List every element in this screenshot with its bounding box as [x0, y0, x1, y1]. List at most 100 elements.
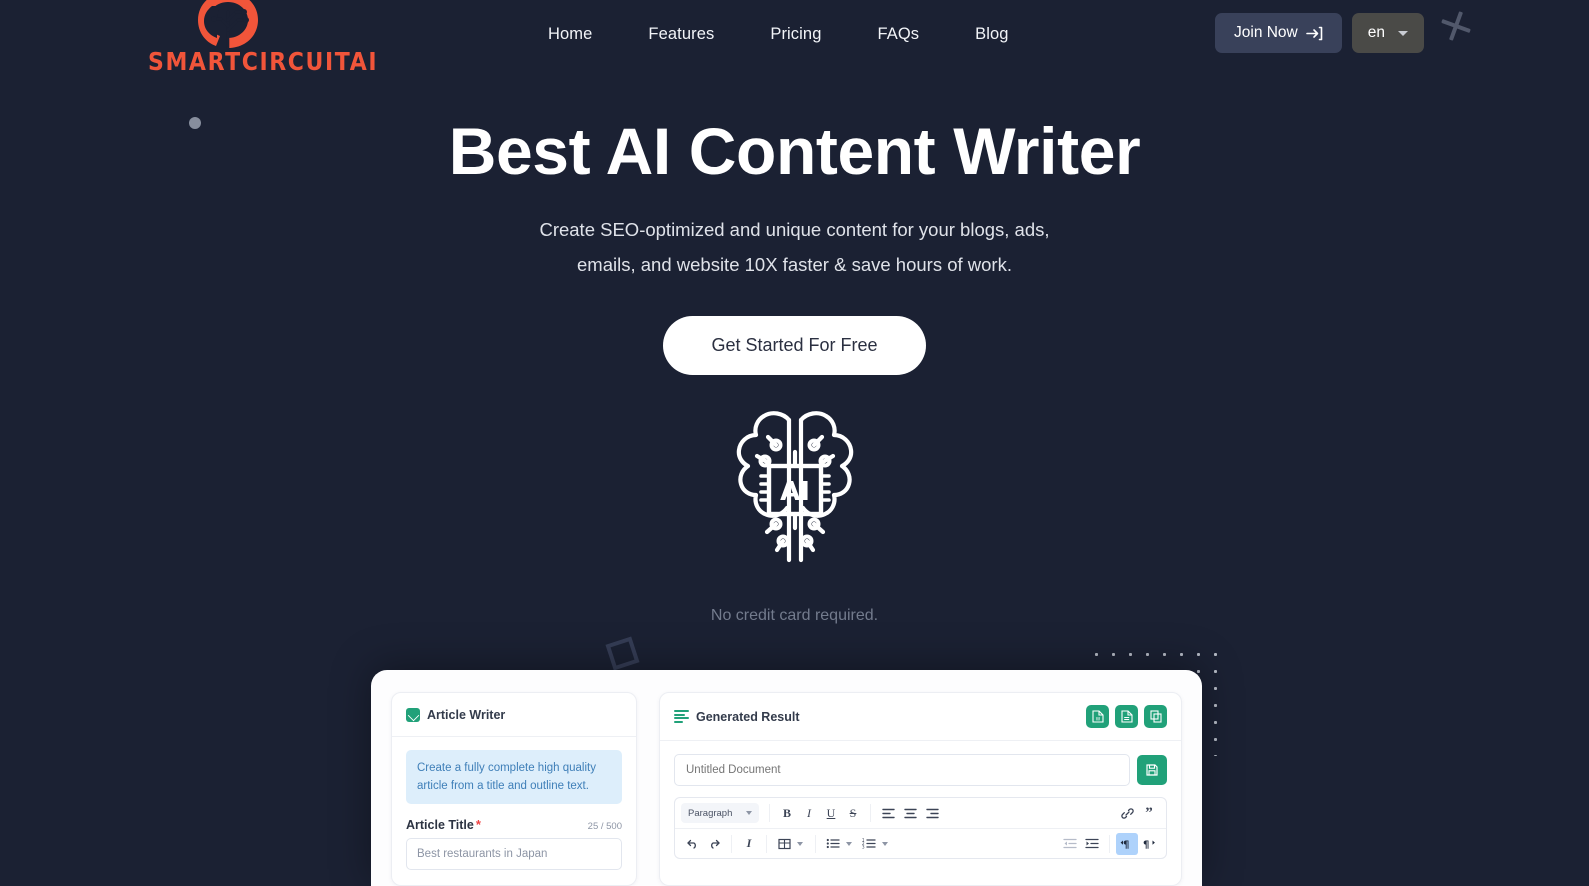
join-now-button[interactable]: Join Now [1215, 13, 1342, 53]
hero-subtitle: Create SEO-optimized and unique content … [0, 212, 1589, 282]
outdent-button[interactable] [1059, 833, 1081, 855]
document-name-input[interactable] [674, 754, 1130, 786]
outdent-icon [1063, 838, 1077, 849]
chevron-down-icon [1398, 30, 1408, 36]
article-writer-info: Create a fully complete high quality art… [406, 750, 622, 804]
article-title-field-row: Article Title * 25 / 500 [406, 817, 622, 832]
logo[interactable]: SMARTCIRCUITAI [148, 0, 379, 77]
page-title: Best AI Content Writer [448, 114, 1141, 188]
paragraph-rtl-icon: ¶ [1120, 840, 1129, 850]
article-title-label: Article Title * [406, 817, 481, 832]
numbered-list-button[interactable]: 123 [858, 833, 880, 855]
hero-subtitle-line-1: Create SEO-optimized and unique content … [539, 219, 1050, 240]
article-writer-body: Create a fully complete high quality art… [392, 737, 636, 870]
generated-result-header: Generated Result W [660, 693, 1181, 741]
table-button[interactable] [773, 833, 795, 855]
align-left-button[interactable] [877, 802, 899, 824]
align-center-button[interactable] [899, 802, 921, 824]
bullet-list-button[interactable] [822, 833, 844, 855]
hero-illustration: AI [0, 404, 1589, 576]
article-writer-title: Article Writer [427, 707, 506, 722]
indent-icon [1085, 838, 1099, 849]
nav-item-home[interactable]: Home [520, 20, 620, 49]
generated-result-actions: W [1086, 705, 1167, 728]
underline-button[interactable]: U [820, 802, 842, 824]
undo-icon [686, 839, 696, 849]
numbered-list-icon: 123 [862, 838, 876, 849]
copy-icon [1149, 710, 1162, 723]
language-value: en [1367, 24, 1385, 41]
bullet-list-icon [826, 838, 840, 849]
document-file-icon [1120, 710, 1133, 723]
document-name-row [660, 741, 1181, 797]
join-now-label: Join Now [1234, 24, 1298, 41]
editor-toolbar-row-1: Paragraph B I U S ” [675, 798, 1166, 828]
toolbar-separator [815, 834, 816, 853]
bold-button[interactable]: B [776, 802, 798, 824]
copy-button[interactable] [1144, 705, 1167, 728]
word-file-icon: W [1091, 710, 1104, 723]
align-right-icon [925, 808, 939, 818]
header-actions: Join Now en [1215, 13, 1424, 53]
no-credit-card-note: No credit card required. [710, 607, 879, 624]
nav-item-faqs[interactable]: FAQs [849, 20, 947, 49]
blockquote-button[interactable]: ” [1138, 802, 1160, 824]
language-selector[interactable]: en [1351, 13, 1424, 53]
hero-subtitle-line-2: emails, and website 10X faster & save ho… [577, 254, 1012, 275]
generated-result-title: Generated Result [696, 709, 800, 724]
app-preview: Article Writer Create a fully complete h… [371, 670, 1202, 886]
undo-button[interactable] [681, 833, 703, 855]
toolbar-separator [766, 834, 767, 853]
strikethrough-button[interactable]: S [842, 802, 864, 824]
chevron-down-icon[interactable] [882, 841, 888, 846]
svg-text:W: W [1095, 717, 1100, 723]
redo-icon [710, 839, 720, 849]
link-icon [1120, 807, 1134, 819]
toolbar-separator [870, 804, 871, 822]
chevron-down-icon[interactable] [797, 841, 803, 846]
svg-text:3: 3 [862, 845, 865, 849]
article-writer-card: Article Writer Create a fully complete h… [391, 692, 637, 886]
circuit-brain-head-icon [198, 0, 258, 50]
link-button[interactable] [1116, 802, 1138, 824]
indent-button[interactable] [1081, 833, 1103, 855]
toolbar-separator [1109, 834, 1110, 853]
article-title-input[interactable] [406, 838, 622, 870]
chevron-down-icon [746, 811, 752, 815]
save-disk-icon [1146, 764, 1158, 776]
editor-toolbar-row-2: I 1 2 3 ¶ ¶ [675, 828, 1166, 858]
get-started-button[interactable]: Get Started For Free [663, 316, 926, 375]
nav-item-features[interactable]: Features [620, 20, 742, 49]
arrow-into-bracket-icon [1305, 26, 1323, 40]
logo-text: SMARTCIRCUITAI [148, 48, 379, 77]
italic-button[interactable]: I [798, 802, 820, 824]
article-writer-header: Article Writer [392, 693, 636, 737]
export-word-button[interactable]: W [1086, 705, 1109, 728]
article-title-label-text: Article Title [406, 818, 474, 832]
save-document-button[interactable] [1137, 755, 1167, 785]
ai-brain-chip-icon: AI [736, 411, 853, 563]
export-file-button[interactable] [1115, 705, 1138, 728]
nav-item-pricing[interactable]: Pricing [742, 20, 849, 49]
chevron-down-icon[interactable] [846, 841, 852, 846]
block-format-value: Paragraph [688, 807, 733, 819]
align-left-icon [881, 808, 895, 818]
redo-button[interactable] [703, 833, 725, 855]
clear-format-button[interactable]: I [738, 833, 760, 855]
align-center-icon [903, 808, 917, 818]
toolbar-separator [731, 834, 732, 853]
toolbar-separator [769, 804, 770, 822]
nav-item-blog[interactable]: Blog [947, 20, 1036, 49]
rich-text-editor: Paragraph B I U S ” I 1 2 3 ¶ ¶ [674, 797, 1167, 859]
svg-text:¶: ¶ [1143, 840, 1149, 850]
paragraph-ltr-icon: ¶ [1143, 840, 1155, 850]
required-mark: * [475, 817, 481, 832]
svg-text:¶: ¶ [1123, 840, 1129, 850]
align-right-button[interactable] [921, 802, 943, 824]
rtl-button[interactable]: ¶ [1116, 832, 1138, 855]
cta-container: Get Started For Free [0, 316, 1589, 375]
text-lines-icon [674, 710, 689, 723]
ltr-button[interactable]: ¶ [1138, 833, 1160, 855]
block-format-select[interactable]: Paragraph [681, 803, 759, 823]
character-counter: 25 / 500 [587, 821, 622, 832]
